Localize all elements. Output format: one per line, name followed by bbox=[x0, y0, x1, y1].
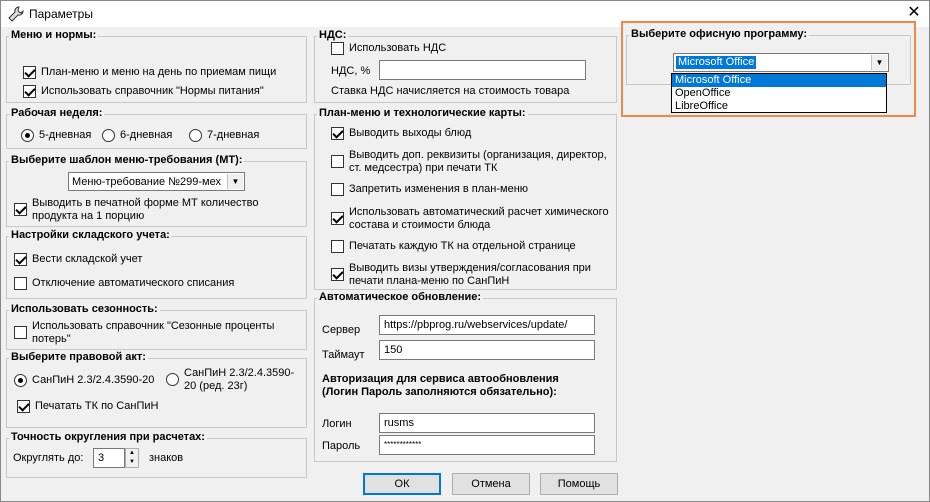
plan-menu-title: План-меню и технологические карты: bbox=[317, 107, 528, 119]
office-option-microsoft[interactable]: Microsoft Office bbox=[672, 74, 886, 87]
visas-label: Выводить визы утверждения/согласования п… bbox=[349, 262, 591, 287]
plan-menu-by-meals-checkbox[interactable] bbox=[23, 66, 36, 79]
mt-template-select[interactable]: Меню-требование №299-мех ▼ bbox=[68, 172, 245, 191]
sanpin-23-label: СанПиН 2.3/2.4.3590-20 (ред. 23г) bbox=[184, 367, 295, 392]
work-week-title: Рабочая неделя: bbox=[9, 107, 105, 119]
use-vat-checkbox[interactable] bbox=[331, 42, 344, 55]
print-tk-sanpin-label: Печатать ТК по СанПиН bbox=[35, 400, 159, 412]
work-week-5-label: 5-дневная bbox=[39, 129, 92, 141]
office-title: Выберите офисную программу: bbox=[629, 28, 809, 40]
output-yields-label: Выводить выходы блюд bbox=[349, 127, 472, 139]
help-button[interactable]: Помощь bbox=[540, 473, 618, 495]
auto-writeoff-checkbox[interactable] bbox=[14, 277, 27, 290]
office-dropdown-list: Microsoft Office OpenOffice LibreOffice bbox=[671, 73, 887, 113]
office-selected-value: Microsoft Office bbox=[674, 55, 758, 70]
rounding-prefix: Округлять до: bbox=[13, 452, 84, 464]
work-week-7-radio[interactable] bbox=[189, 129, 202, 142]
timeout-input[interactable]: 150 bbox=[379, 340, 595, 360]
menu-norms-group: Меню и нормы: План-меню и меню на день п… bbox=[6, 29, 307, 103]
mt-template-title: Выберите шаблон меню-требования (МТ): bbox=[9, 154, 245, 166]
auth-note: Авторизация для сервиса автообновления (… bbox=[322, 373, 559, 398]
extra-details-checkbox[interactable] bbox=[331, 155, 344, 168]
rounding-group: Точность округления при расчетах: Округл… bbox=[6, 431, 307, 478]
vat-title: НДС: bbox=[317, 29, 349, 41]
settings-window: Параметры ✕ Меню и нормы: План-меню и ме… bbox=[0, 0, 930, 502]
separate-page-label: Печатать каждую ТК на отдельной странице bbox=[349, 240, 576, 252]
spin-up-icon[interactable]: ▲ bbox=[126, 449, 138, 458]
mt-template-group: Выберите шаблон меню-требования (МТ): Ме… bbox=[6, 154, 307, 227]
server-input[interactable]: https://pbprog.ru/webservices/update/ bbox=[379, 315, 595, 335]
forbid-changes-label: Запретить изменения в план-меню bbox=[349, 183, 529, 195]
mt-template-value: Меню-требование №299-мех bbox=[72, 176, 221, 188]
warehouse-accounting-label: Вести складской учет bbox=[32, 253, 143, 265]
office-select[interactable]: Microsoft Office ▼ bbox=[673, 53, 889, 72]
login-label: Логин bbox=[322, 418, 352, 430]
seasonal-losses-checkbox[interactable] bbox=[14, 326, 27, 339]
rounding-digits-input[interactable]: 3 bbox=[93, 448, 125, 468]
work-week-6-label: 6-дневная bbox=[120, 129, 173, 141]
rounding-suffix: знаков bbox=[149, 452, 184, 464]
login-input[interactable]: rusms bbox=[379, 413, 595, 433]
work-week-6-radio[interactable] bbox=[102, 129, 115, 142]
sanpin-23-radio[interactable] bbox=[166, 373, 179, 386]
mt-print-portion-label: Выводить в печатной форме МТ количество … bbox=[32, 197, 259, 222]
seasonality-title: Использовать сезонность: bbox=[9, 303, 160, 315]
wrench-icon bbox=[8, 6, 24, 22]
forbid-changes-checkbox[interactable] bbox=[331, 183, 344, 196]
vat-rate-label: НДС, % bbox=[331, 65, 371, 77]
print-tk-sanpin-checkbox[interactable] bbox=[17, 400, 30, 413]
plan-menu-by-meals-label: План-меню и меню на день по приемам пищи bbox=[41, 66, 277, 78]
auto-calc-checkbox[interactable] bbox=[331, 212, 344, 225]
separate-page-checkbox[interactable] bbox=[331, 240, 344, 253]
auto-update-title: Автоматическое обновление: bbox=[317, 291, 484, 303]
legal-act-group: Выберите правовой акт: СанПиН 2.3/2.4.35… bbox=[6, 351, 307, 428]
ok-button[interactable]: ОК bbox=[363, 473, 441, 495]
vat-group: НДС: Использовать НДС НДС, % Ставка НДС … bbox=[314, 29, 617, 103]
window-title: Параметры bbox=[29, 7, 93, 21]
seasonality-group: Использовать сезонность: Использовать сп… bbox=[6, 303, 307, 350]
server-label: Сервер bbox=[322, 324, 361, 336]
nutrition-norms-checkbox[interactable] bbox=[23, 85, 36, 98]
sanpin-radio[interactable] bbox=[14, 374, 27, 387]
chevron-down-icon[interactable]: ▼ bbox=[227, 174, 243, 189]
warehouse-title: Настройки складского учета: bbox=[9, 229, 172, 241]
warehouse-group: Настройки складского учета: Вести складс… bbox=[6, 229, 307, 299]
vat-note: Ставка НДС начисляется на стоимость това… bbox=[331, 85, 570, 97]
plan-menu-group: План-меню и технологические карты: Вывод… bbox=[314, 107, 617, 290]
chevron-down-icon[interactable]: ▼ bbox=[871, 55, 887, 70]
vat-rate-input[interactable] bbox=[379, 60, 586, 80]
rounding-spinner[interactable]: ▲ ▼ bbox=[125, 448, 139, 468]
rounding-title: Точность округления при расчетах: bbox=[9, 431, 207, 443]
output-yields-checkbox[interactable] bbox=[331, 127, 344, 140]
seasonal-losses-label: Использовать справочник "Сезонные процен… bbox=[32, 320, 275, 345]
extra-details-label: Выводить доп. реквизиты (организация, ди… bbox=[349, 149, 607, 174]
cancel-button[interactable]: Отмена bbox=[452, 473, 530, 495]
timeout-label: Таймаут bbox=[322, 349, 365, 361]
mt-print-portion-checkbox[interactable] bbox=[14, 203, 27, 216]
spin-down-icon[interactable]: ▼ bbox=[126, 458, 138, 467]
auto-writeoff-label: Отключение автоматического списания bbox=[32, 277, 235, 289]
warehouse-accounting-checkbox[interactable] bbox=[14, 253, 27, 266]
sanpin-label: СанПиН 2.3/2.4.3590-20 bbox=[32, 374, 155, 386]
menu-norms-title: Меню и нормы: bbox=[9, 29, 99, 41]
auto-calc-label: Использовать автоматический расчет химич… bbox=[349, 206, 609, 231]
password-input[interactable]: ************ bbox=[379, 435, 595, 455]
work-week-7-label: 7-дневная bbox=[207, 129, 260, 141]
password-label: Пароль bbox=[322, 440, 361, 452]
work-week-group: Рабочая неделя: 5-дневная 6-дневная 7-дн… bbox=[6, 107, 307, 149]
office-option-libreoffice[interactable]: LibreOffice bbox=[672, 100, 886, 113]
use-vat-label: Использовать НДС bbox=[349, 42, 447, 54]
nutrition-norms-label: Использовать справочник "Нормы питания" bbox=[41, 85, 264, 97]
auto-update-group: Автоматическое обновление: Сервер https:… bbox=[314, 291, 617, 462]
visas-checkbox[interactable] bbox=[331, 268, 344, 281]
office-highlight: Выберите офисную программу: Microsoft Of… bbox=[621, 21, 916, 117]
work-week-5-radio[interactable] bbox=[21, 129, 34, 142]
legal-act-title: Выберите правовой акт: bbox=[9, 351, 148, 363]
office-option-openoffice[interactable]: OpenOffice bbox=[672, 87, 886, 100]
